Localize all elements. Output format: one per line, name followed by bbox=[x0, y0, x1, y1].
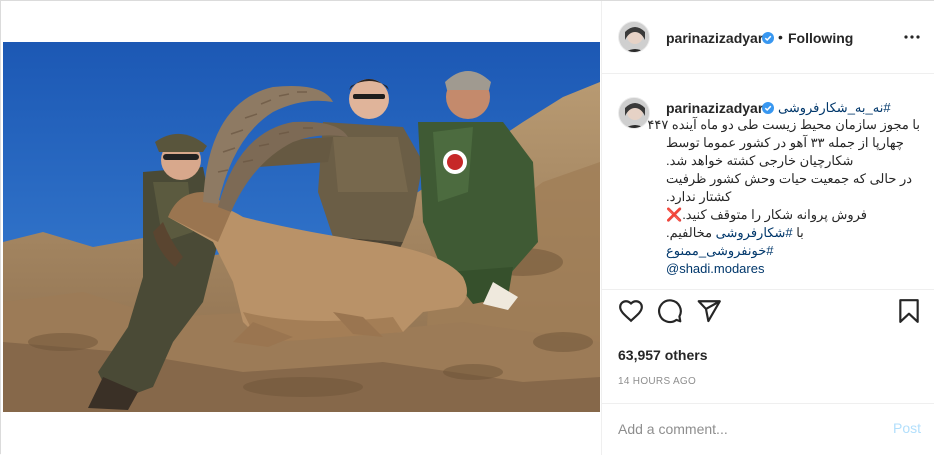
post-header: parinazizadyar • Following bbox=[602, 1, 934, 74]
post-sidebar: parinazizadyar • Following parinazizadya… bbox=[601, 1, 934, 455]
instagram-post: parinazizadyar • Following parinazizadya… bbox=[0, 0, 934, 455]
caption-oppose-prefix: با bbox=[792, 225, 804, 240]
hashtag-link[interactable]: #خونفروشی_ممنوع bbox=[666, 242, 920, 260]
caption-line: با مجوز سازمان محیط زیست طی دو ماه آینده… bbox=[647, 117, 920, 132]
hashtag-link[interactable]: #شکارفروشی bbox=[716, 225, 793, 240]
post-button[interactable]: Post bbox=[893, 420, 921, 436]
following-button[interactable]: Following bbox=[788, 30, 853, 46]
comment-input[interactable] bbox=[618, 418, 878, 440]
caption-oppose-suffix: مخالفیم. bbox=[666, 225, 716, 240]
more-horizontal-icon[interactable] bbox=[902, 29, 922, 45]
cross-mark-icon: ❌ bbox=[666, 207, 683, 222]
comment-bar: Post bbox=[602, 403, 934, 455]
post-photo[interactable] bbox=[3, 42, 600, 412]
caption-line: در حالی که جمعیت حیات وحش کشور ظرفیت bbox=[666, 171, 913, 186]
verified-badge-icon bbox=[762, 32, 774, 44]
likes-count[interactable]: 63,957 others bbox=[618, 347, 708, 363]
action-bar bbox=[602, 289, 934, 329]
caption-username[interactable]: parinazizadyar bbox=[666, 100, 763, 116]
caption: parinazizadyar #نه_به_شکارفروشی با مجوز … bbox=[602, 75, 934, 289]
caption-line: کشتار ندارد. bbox=[666, 189, 732, 204]
caption-line: چهارپا از جمله ۳۳ آهو در کشور عموما توسط bbox=[666, 135, 904, 150]
comment-icon[interactable] bbox=[657, 298, 683, 324]
caption-stop-text: فروش پروانه شکار را متوقف کنید. bbox=[682, 207, 867, 222]
username[interactable]: parinazizadyar bbox=[666, 30, 763, 46]
caption-line: با #شکارفروشی مخالفیم. bbox=[666, 224, 920, 242]
post-timestamp[interactable]: 14 HOURS AGO bbox=[618, 376, 696, 387]
separator-dot: • bbox=[778, 29, 783, 45]
likes-row[interactable]: 63,957 others bbox=[618, 347, 708, 363]
mention-link[interactable]: @shadi.modares bbox=[666, 260, 920, 278]
avatar[interactable] bbox=[618, 21, 650, 53]
bookmark-icon[interactable] bbox=[896, 298, 922, 324]
caption-line: شکارچیان خارجی کشته خواهد شد. bbox=[666, 153, 854, 168]
paper-plane-icon[interactable] bbox=[696, 298, 722, 324]
verified-badge-icon bbox=[762, 102, 774, 114]
hashtag-link[interactable]: #نه_به_شکارفروشی bbox=[778, 100, 923, 116]
caption-avatar[interactable] bbox=[618, 97, 650, 129]
caption-text: با مجوز سازمان محیط زیست طی دو ماه آینده… bbox=[647, 116, 920, 278]
post-media bbox=[1, 1, 601, 455]
caption-line: فروش پروانه شکار را متوقف کنید.❌ bbox=[666, 206, 920, 224]
heart-icon[interactable] bbox=[618, 298, 644, 324]
